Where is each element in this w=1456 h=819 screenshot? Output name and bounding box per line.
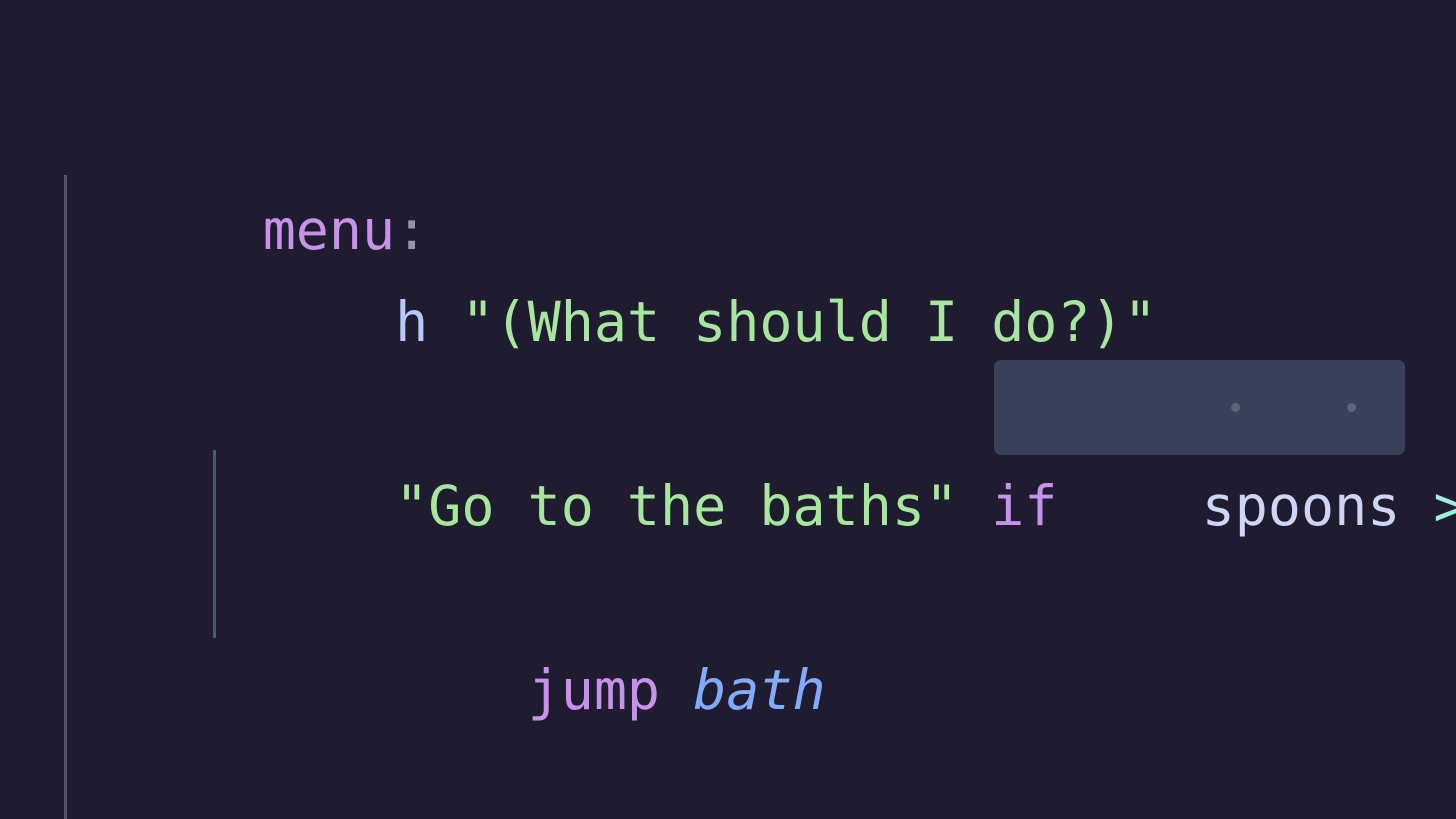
line-6-space (660, 658, 693, 722)
code-line-4[interactable]: "Go to the baths" if (64, 368, 1057, 538)
token-keyword-jump: jump (527, 658, 661, 722)
code-content[interactable]: menu: h "(What should I do?)" "Go to the… (0, 0, 1456, 819)
token-string-go-to-the-baths: "Go to the baths" (395, 474, 959, 538)
line-4-indent (263, 474, 395, 538)
code-line-2[interactable]: h "(What should I do?)" (64, 184, 1157, 354)
token-operator-gte: >= (1433, 474, 1456, 538)
token-label-bath: bath (693, 658, 826, 722)
token-string-what-should-i-do: "(What should I do?)" (461, 290, 1157, 354)
space-dot-marker-1 (1231, 403, 1240, 412)
space-dot-marker-2 (1347, 403, 1356, 412)
code-line-1[interactable]: menu: (64, 92, 429, 262)
highlight-space-1 (1400, 474, 1433, 538)
token-character-h: h (395, 290, 429, 354)
code-line-6[interactable]: jump bath (64, 552, 826, 722)
line-2-indent (263, 290, 395, 354)
line-6-indent (263, 658, 528, 722)
code-editor-viewport: menu: h "(What should I do?)" "Go to the… (0, 0, 1456, 819)
code-line-8[interactable]: "Don't go to the baths": (64, 736, 1190, 819)
line-2-space (428, 290, 461, 354)
line-4-space-1 (958, 474, 991, 538)
highlight-condition-tokens[interactable]: spoons >= 1 (1003, 368, 1456, 644)
token-variable-spoons: spoons (1201, 474, 1401, 538)
